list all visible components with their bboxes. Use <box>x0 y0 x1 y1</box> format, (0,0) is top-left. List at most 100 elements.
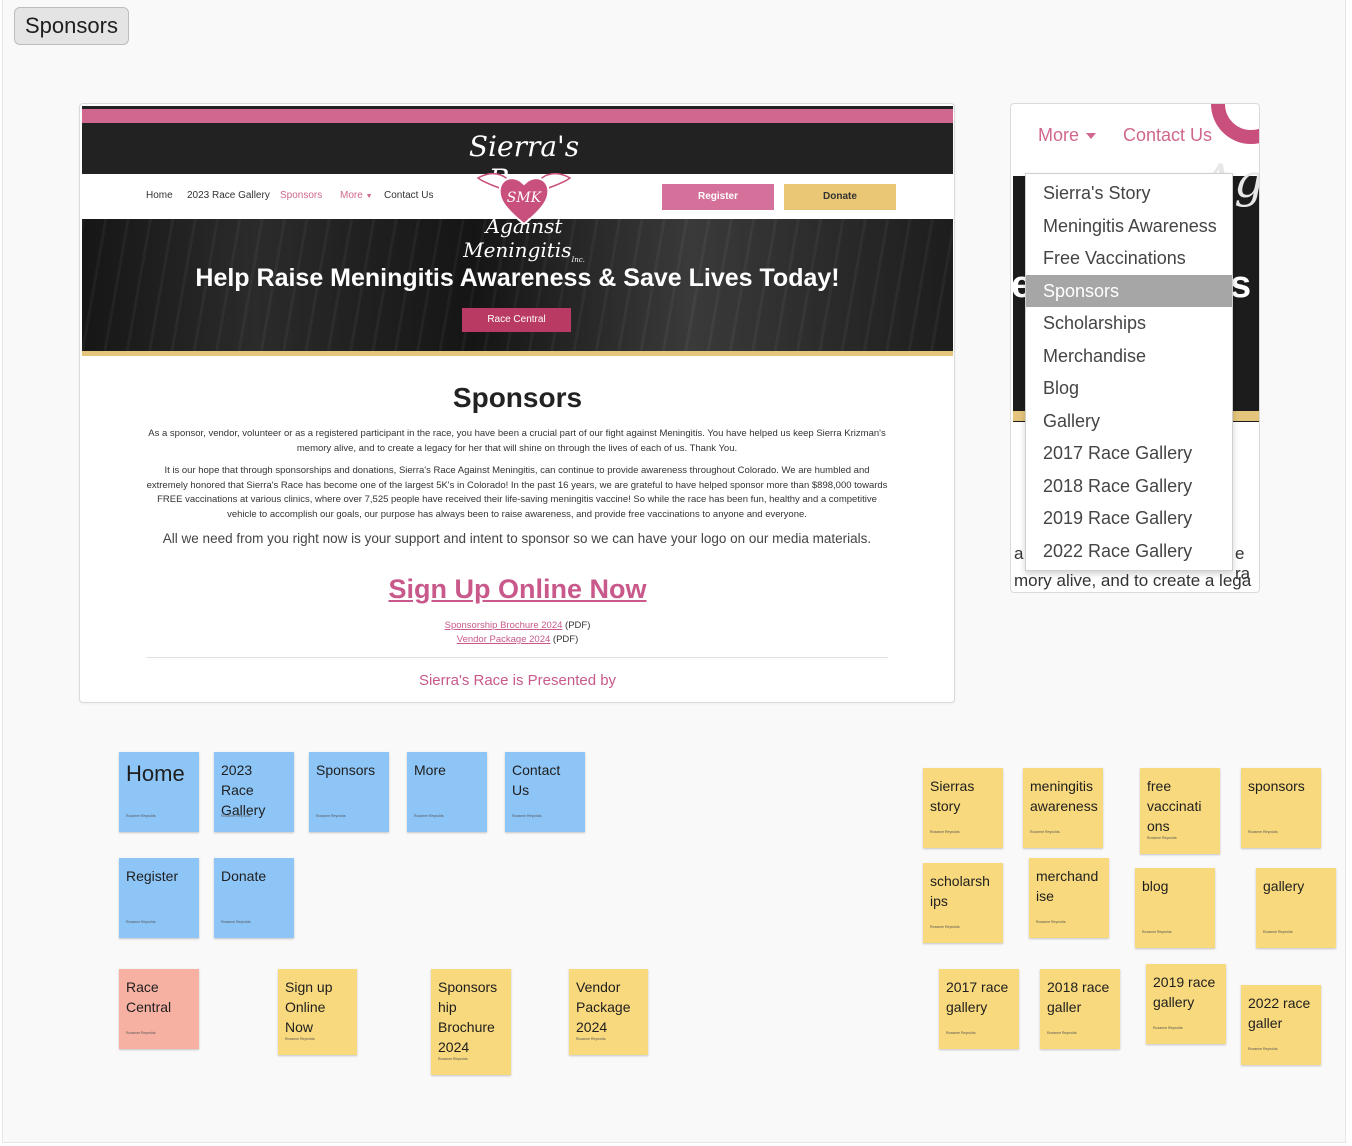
text-fragment: a <box>1014 544 1024 563</box>
pdf-label: (PDF) <box>565 620 591 631</box>
note-author: Roxanne Reynolds <box>285 1037 315 1041</box>
website-screenshot: Home 2023 Race Gallery Sponsors More ▼ C… <box>79 103 955 703</box>
pink-top-bar <box>82 109 953 123</box>
history-paragraph: It is our hope that through sponsorships… <box>146 465 888 520</box>
sticky-note[interactable]: blog Roxanne Reynolds <box>1135 868 1215 948</box>
site-logo[interactable]: Sierra's Race SMK Against MeningitisInc. <box>436 126 612 264</box>
note-text: Sponsors <box>316 762 376 778</box>
sticky-note[interactable]: Contact Us Roxanne Reynolds <box>505 752 585 832</box>
vendor-package-link[interactable]: Vendor Package 2024 <box>457 634 551 645</box>
nav-more-label: More <box>340 190 363 201</box>
note-author: Roxanne Reynolds <box>126 920 156 924</box>
sticky-note[interactable]: Vendor Package 2024 Roxanne Reynolds <box>569 969 648 1055</box>
note-author: Roxanne Reynolds <box>1263 930 1293 934</box>
sticky-note[interactable]: merchand ise Roxanne Reynolds <box>1029 858 1109 938</box>
sticky-note[interactable]: Race Central Roxanne Reynolds <box>119 969 199 1049</box>
menu-item-meningitis-awareness[interactable]: Meningitis Awareness <box>1026 210 1232 242</box>
nav-home[interactable]: Home <box>146 190 173 201</box>
note-text: merchand ise <box>1036 868 1099 904</box>
menu-item-2019-race-gallery[interactable]: 2019 Race Gallery <box>1026 502 1232 534</box>
note-text: meningitis awareness <box>1030 778 1098 814</box>
note-text: More <box>414 762 446 778</box>
note-text: Home <box>126 761 185 786</box>
sticky-note[interactable]: Donate Roxanne Reynolds <box>214 858 294 938</box>
note-text: 2022 race galler <box>1248 995 1311 1031</box>
sticky-note[interactable]: Sign up Online Now Roxanne Reynolds <box>278 969 357 1055</box>
sticky-note[interactable]: Home Roxanne Reynolds <box>119 752 199 832</box>
register-button[interactable]: Register <box>662 184 774 210</box>
intro-paragraph: As a sponsor, vendor, volunteer or as a … <box>148 428 886 454</box>
call-to-action-text: All we need from you right now is your s… <box>162 531 872 546</box>
pdf-label: (PDF) <box>552 634 579 645</box>
menu-item-2017-race-gallery[interactable]: 2017 Race Gallery <box>1026 437 1232 469</box>
logo-suffix: Inc. <box>571 256 585 264</box>
sticky-note[interactable]: Sponsors Roxanne Reynolds <box>309 752 389 832</box>
note-author: Roxanne Reynolds <box>946 1031 976 1035</box>
sticky-note[interactable]: 2023 Race Gallery Roxanne Reynolds <box>214 752 294 832</box>
menu-item-sierras-story[interactable]: Sierra's Story <box>1026 177 1232 209</box>
note-text: Sierras story <box>930 778 975 814</box>
menu-item-sponsors[interactable]: Sponsors <box>1026 274 1232 307</box>
note-author: Roxanne Reynolds <box>1248 1047 1278 1051</box>
logo-monogram: SMK <box>507 190 543 206</box>
note-author: Roxanne Reynolds <box>221 920 251 924</box>
note-author: Roxanne Reynolds <box>126 814 156 818</box>
hero-text-fragment-right: s <box>1230 264 1252 306</box>
menu-item-gallery[interactable]: Gallery <box>1026 405 1232 437</box>
sign-up-link[interactable]: Sign Up Online Now <box>82 574 953 605</box>
dropdown-screenshot: More Contact Us e s Ag a e ra mory alive… <box>1010 103 1260 593</box>
sticky-note[interactable]: Sierras story Roxanne Reynolds <box>923 768 1003 848</box>
menu-item-merchandise[interactable]: Merchandise <box>1026 340 1232 372</box>
nav-2023-race-gallery[interactable]: 2023 Race Gallery <box>187 190 270 201</box>
note-text: Race Central <box>126 979 172 1015</box>
sticky-note[interactable]: More Roxanne Reynolds <box>407 752 487 832</box>
nav-sponsors[interactable]: Sponsors <box>280 190 322 201</box>
note-author: Roxanne Reynolds <box>1147 836 1177 840</box>
note-text: 2018 race galler <box>1047 979 1110 1015</box>
menu-item-scholarships[interactable]: Scholarships <box>1026 307 1232 339</box>
sticky-note[interactable]: 2019 race gallery Roxanne Reynolds <box>1146 964 1226 1044</box>
logo-subtitle-text: Against Meningitis <box>463 214 572 262</box>
note-text: free vaccinati ons <box>1147 778 1202 834</box>
divider <box>146 657 888 658</box>
note-text: Sign up Online Now <box>285 979 333 1035</box>
sticky-note[interactable]: gallery Roxanne Reynolds <box>1256 868 1336 948</box>
note-text: Sponsors hip Brochure 2024 <box>438 979 498 1055</box>
nav-contact-us[interactable]: Contact Us <box>384 190 433 201</box>
menu-item-2022-race-gallery[interactable]: 2022 Race Gallery <box>1026 535 1232 567</box>
sticky-note[interactable]: scholarsh ips Roxanne Reynolds <box>923 863 1003 943</box>
note-text: Donate <box>221 868 267 884</box>
race-central-button[interactable]: Race Central <box>462 308 571 332</box>
sticky-note[interactable]: 2018 race galler Roxanne Reynolds <box>1040 969 1120 1049</box>
donate-button[interactable]: Donate <box>784 184 896 210</box>
sticky-note[interactable]: sponsors Roxanne Reynolds <box>1241 768 1321 848</box>
presented-by-heading: Sierra's Race is Presented by <box>418 672 617 689</box>
sticky-note[interactable]: 2022 race galler Roxanne Reynolds <box>1241 985 1321 1065</box>
note-author: Roxanne Reynolds <box>221 814 251 818</box>
note-text: blog <box>1142 878 1169 894</box>
frame-label[interactable]: Sponsors <box>14 7 129 45</box>
sticky-note[interactable]: Register Roxanne Reynolds <box>119 858 199 938</box>
note-author: Roxanne Reynolds <box>930 830 960 834</box>
sticky-note[interactable]: 2017 race gallery Roxanne Reynolds <box>939 969 1019 1049</box>
sticky-note[interactable]: Sponsors hip Brochure 2024 Roxanne Reynol… <box>431 969 511 1075</box>
note-text: Vendor Package 2024 <box>576 979 631 1035</box>
nav-more[interactable]: More <box>1038 125 1079 146</box>
sticky-note[interactable]: free vaccinati ons Roxanne Reynolds <box>1140 768 1220 854</box>
nav-contact-us[interactable]: Contact Us <box>1123 125 1212 146</box>
text-fragment: mory alive, and to create a lega <box>1014 571 1252 590</box>
note-author: Roxanne Reynolds <box>1153 1026 1183 1030</box>
hero-title: Help Raise Meningitis Awareness & Save L… <box>195 264 840 292</box>
nav-more[interactable]: More ▼ <box>340 190 373 201</box>
note-text: gallery <box>1263 878 1305 894</box>
vendor-row: Vendor Package 2024 (PDF) <box>82 634 953 645</box>
sticky-note[interactable]: meningitis awareness Roxanne Reynolds <box>1023 768 1103 848</box>
note-author: Roxanne Reynolds <box>126 1031 156 1035</box>
note-author: Roxanne Reynolds <box>1248 830 1278 834</box>
note-text: scholarsh ips <box>930 873 990 909</box>
menu-item-2018-race-gallery[interactable]: 2018 Race Gallery <box>1026 470 1232 502</box>
menu-item-blog[interactable]: Blog <box>1026 372 1232 404</box>
sponsorship-brochure-link[interactable]: Sponsorship Brochure 2024 <box>445 620 563 631</box>
menu-item-free-vaccinations[interactable]: Free Vaccinations <box>1026 242 1232 274</box>
note-author: Roxanne Reynolds <box>576 1037 606 1041</box>
